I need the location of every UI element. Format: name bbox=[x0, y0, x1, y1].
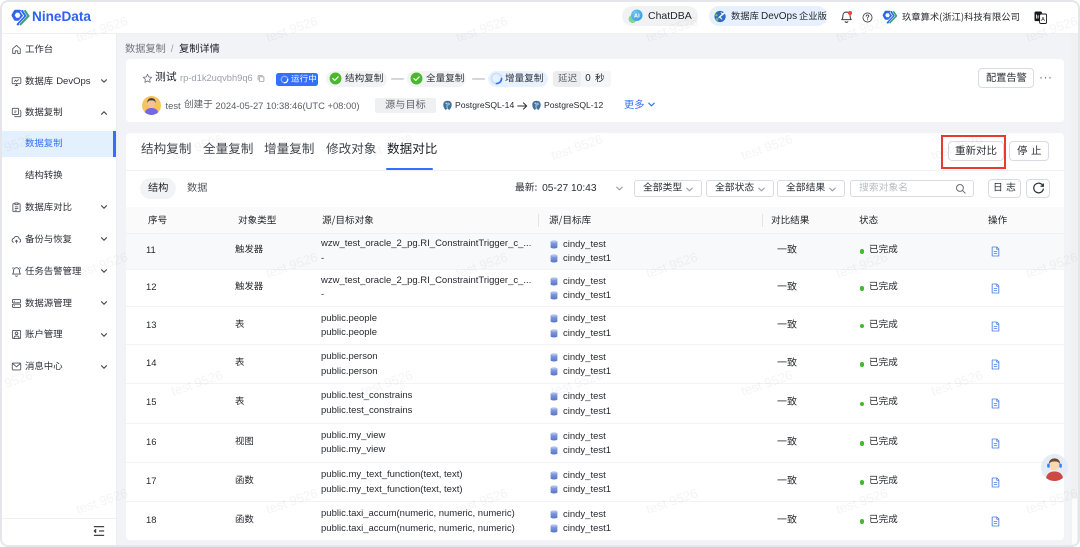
svg-text:A: A bbox=[1041, 17, 1045, 23]
svg-text:AI: AI bbox=[634, 13, 640, 19]
